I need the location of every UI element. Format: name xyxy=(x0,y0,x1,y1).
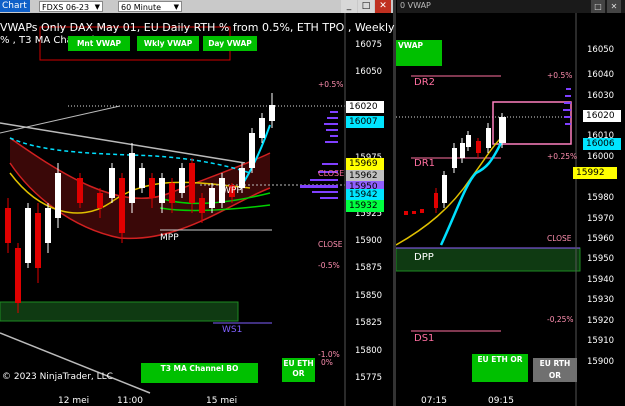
right-window-title: 0 VWAP xyxy=(400,1,431,10)
interval-value: 60 Minute xyxy=(121,3,162,12)
last-price-tag-right: 16020 xyxy=(583,110,621,122)
vwap-price-tag-right: 16006 xyxy=(583,138,621,150)
dr2-label: DR2 xyxy=(414,77,436,88)
close-label-right: CLOSE xyxy=(547,234,572,243)
price-tick: 16050 xyxy=(355,67,383,77)
price-tick-right: 15950 xyxy=(587,254,615,264)
instrument-value: FDXS 06-23 xyxy=(42,3,90,12)
support-zone xyxy=(0,301,239,322)
interval-selector[interactable]: 60 Minute ▼ xyxy=(118,1,182,12)
pct-plus-05: +0.5% xyxy=(318,80,344,89)
pct-plus-025-right: +0.25% xyxy=(547,152,578,161)
price-tick-right: 15940 xyxy=(587,275,615,285)
price-tick-right: 15970 xyxy=(587,214,615,224)
close-label-low: CLOSE xyxy=(318,240,343,249)
price-tick-right: 15930 xyxy=(587,295,615,305)
x-tick: 15 mei xyxy=(206,396,238,406)
instrument-selector[interactable]: FDXS 06-23 ▼ xyxy=(39,1,103,12)
price-tag-15932: 15932 xyxy=(346,200,384,212)
price-tick-right: 16000 xyxy=(587,152,615,162)
pct-zero: 0% xyxy=(321,358,333,367)
pct-plus-05-right: +0.5% xyxy=(547,71,573,80)
x-tick: 11:00 xyxy=(117,396,143,406)
mnt-vwap-button[interactable]: Mnt VWAP xyxy=(68,36,130,51)
wkly-vwap-button[interactable]: Wkly VWAP xyxy=(137,36,199,51)
price-tag-15992: 15992 xyxy=(573,167,617,179)
right-close-button[interactable]: ✕ xyxy=(607,0,621,13)
maximize-button[interactable]: □ xyxy=(358,0,374,13)
ws1-label: WS1 xyxy=(222,325,243,335)
price-tick: 15775 xyxy=(355,373,383,383)
close-label-mid: CLOSE xyxy=(318,169,345,178)
eu-eth-or-button-right[interactable]: EU ETH OR xyxy=(472,354,528,382)
x-tick: 12 mei xyxy=(58,396,90,406)
price-tick-right: 16040 xyxy=(587,70,615,80)
eu-eth-or-button[interactable]: EU ETH OR xyxy=(282,358,315,382)
ds1-label: DS1 xyxy=(414,333,435,344)
last-price-tag: 16020 xyxy=(346,101,384,113)
price-tick-right: 15920 xyxy=(587,316,615,326)
eu-rth-or-button[interactable]: EU RTH OR xyxy=(533,358,577,382)
price-tick: 15875 xyxy=(355,263,383,273)
mpp-label: MPP xyxy=(160,233,179,243)
price-tick: 15900 xyxy=(355,236,383,246)
vwap-price-tag: 16007 xyxy=(346,116,384,128)
t3-ma-channel-bo-button[interactable]: T3 MA Channel BO xyxy=(141,363,258,383)
price-tick-right: 15910 xyxy=(587,336,615,346)
vwap-button[interactable]: VWAP xyxy=(396,40,442,66)
price-tick: 16075 xyxy=(355,40,383,50)
pct-minus-025-right: -0,25% xyxy=(547,315,574,324)
price-tick: 15800 xyxy=(355,346,383,356)
x-tick-right: 09:15 xyxy=(488,396,514,406)
wpp-label: WPP xyxy=(222,186,242,196)
chevron-down-icon: ▼ xyxy=(94,3,100,11)
price-tick-right: 15900 xyxy=(587,357,615,367)
close-button[interactable]: ✕ xyxy=(375,0,391,13)
dr1-label: DR1 xyxy=(414,158,436,169)
chevron-down-icon: ▼ xyxy=(173,3,179,11)
left-chart-canvas[interactable] xyxy=(0,13,393,406)
right-maximize-button[interactable]: □ xyxy=(591,0,605,13)
price-tick-right: 16030 xyxy=(587,91,615,101)
price-tag-15969: 15969 xyxy=(346,158,384,170)
price-tick-right: 15960 xyxy=(587,234,615,244)
day-vwap-button[interactable]: Day VWAP xyxy=(203,36,257,51)
price-tick-right: 16050 xyxy=(587,45,615,55)
trendline-top xyxy=(0,105,121,134)
x-tick-right: 07:15 xyxy=(421,396,447,406)
pct-minus-05: -0.5% xyxy=(318,261,340,270)
dpp-label: DPP xyxy=(414,252,434,263)
chart-tab[interactable]: Chart xyxy=(0,0,30,12)
price-tick: 15850 xyxy=(355,291,383,301)
chart-title: VWAPs Only DAX May 01, EU Daily RTH % fr… xyxy=(0,21,395,34)
minimize-button[interactable]: _ xyxy=(341,0,357,13)
copyright: © 2023 NinjaTrader, LLC xyxy=(2,372,113,382)
price-tick-right: 15980 xyxy=(587,193,615,203)
volume-profile xyxy=(300,111,338,199)
price-tick: 15825 xyxy=(355,318,383,328)
trendline-lower xyxy=(0,332,151,394)
volume-profile-right xyxy=(563,88,571,125)
